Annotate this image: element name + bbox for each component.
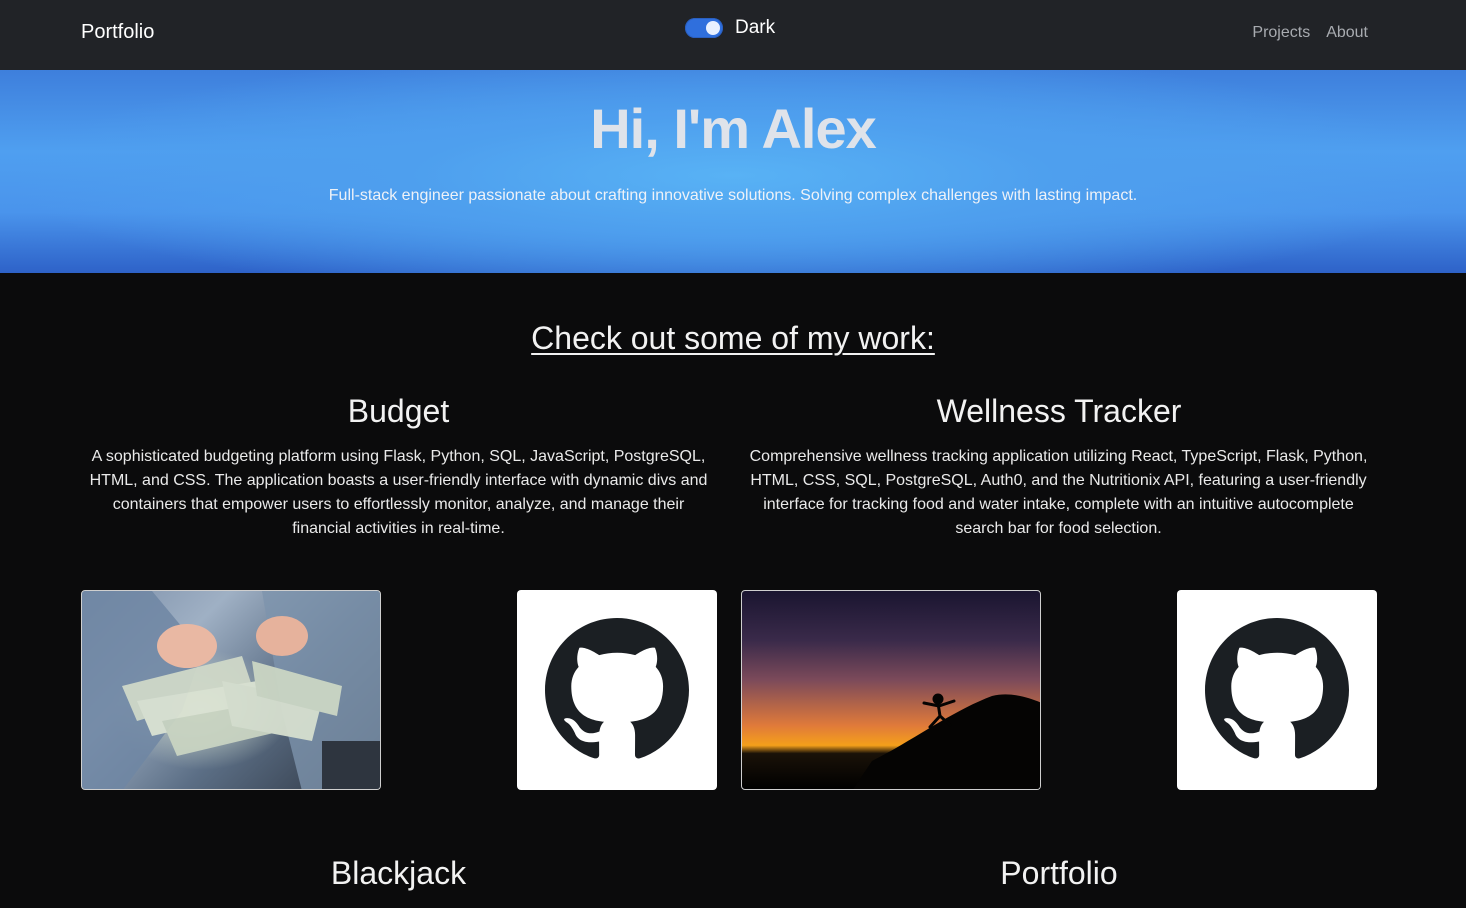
work-heading: Check out some of my work: — [0, 320, 1466, 357]
cash-photo-illustration — [82, 591, 380, 789]
project-image-wellness-tracker[interactable] — [741, 590, 1041, 790]
sunset-photo-illustration — [853, 693, 1040, 789]
github-icon — [545, 618, 689, 759]
brand-link[interactable]: Portfolio — [81, 21, 154, 44]
switch-knob — [706, 21, 720, 35]
nav-links: Projects About — [1252, 24, 1368, 42]
theme-toggle[interactable]: Dark — [685, 16, 775, 40]
hero-subtitle: Full-stack engineer passionate about cra… — [328, 187, 1138, 204]
project-description-wellness-tracker: Comprehensive wellness tracking applicat… — [749, 448, 1368, 537]
nav-link-about[interactable]: About — [1326, 24, 1368, 42]
hero-banner: Hi, I'm Alex Full-stack engineer passion… — [0, 70, 1466, 273]
project-title-portfolio: Portfolio — [1000, 855, 1118, 891]
github-icon — [1205, 618, 1349, 759]
nav-link-projects[interactable]: Projects — [1252, 24, 1310, 42]
github-link-budget[interactable] — [517, 590, 717, 790]
project-image-budget[interactable] — [81, 590, 381, 790]
project-title-budget: Budget — [347, 393, 450, 429]
github-link-wellness-tracker[interactable] — [1177, 590, 1377, 790]
theme-label: Dark — [735, 17, 776, 38]
project-title-blackjack: Blackjack — [330, 855, 467, 891]
project-description-budget: A sophisticated budgeting platform using… — [89, 448, 708, 537]
project-title-wellness-tracker: Wellness Tracker — [936, 393, 1182, 429]
work-heading-text: Check out some of my work: — [531, 320, 935, 356]
theme-switch[interactable] — [685, 18, 723, 38]
navbar: Portfolio Dark Projects About — [0, 0, 1466, 70]
hero-title: Hi, I'm Alex — [590, 97, 877, 160]
